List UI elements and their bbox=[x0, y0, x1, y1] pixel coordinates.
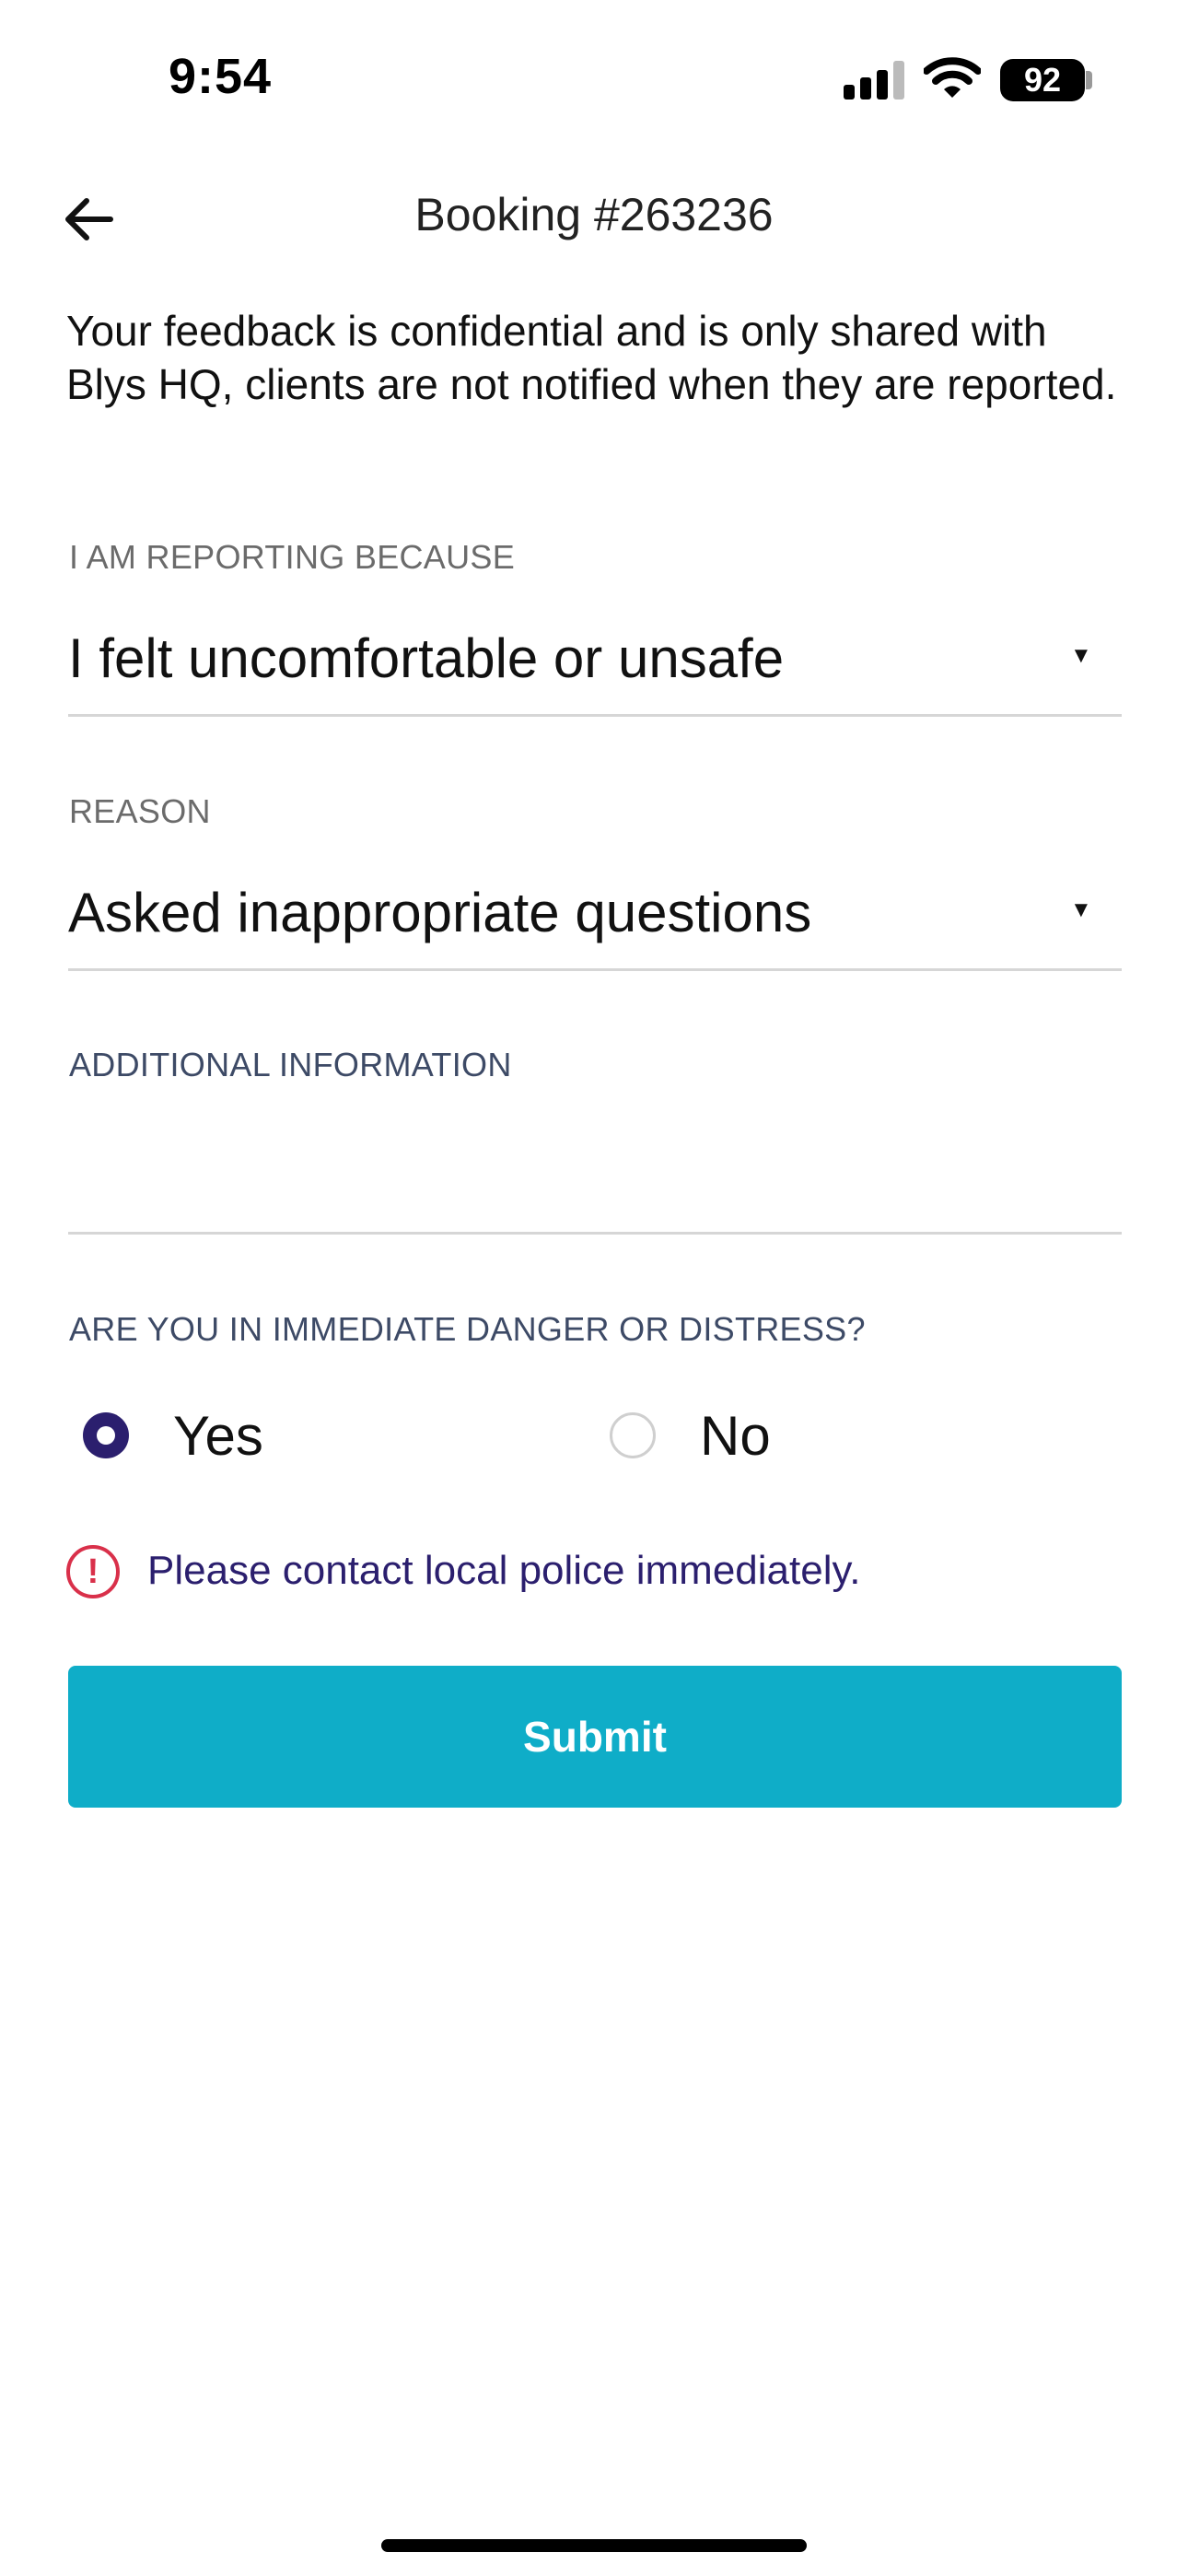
reason-label: REASON bbox=[69, 792, 211, 830]
radio-label-no: No bbox=[700, 1405, 771, 1467]
page-title: Booking #263236 bbox=[414, 189, 774, 240]
radio-label-yes: Yes bbox=[173, 1405, 263, 1467]
reason-select-value: Asked inappropriate questions bbox=[68, 882, 812, 943]
reporting-select-value: I felt uncomfortable or unsafe bbox=[68, 627, 785, 689]
submit-button[interactable]: Submit bbox=[68, 1666, 1122, 1808]
dropdown-caret-icon: ▼ bbox=[1070, 897, 1092, 922]
reason-select[interactable]: Asked inappropriate questions ▼ bbox=[68, 872, 1122, 973]
home-indicator[interactable] bbox=[381, 2539, 807, 2552]
danger-question-label: ARE YOU IN IMMEDIATE DANGER OR DISTRESS? bbox=[69, 1310, 866, 1348]
additional-info-underline bbox=[68, 1232, 1122, 1235]
dropdown-caret-icon: ▼ bbox=[1070, 643, 1092, 668]
reporting-underline bbox=[68, 714, 1122, 717]
radio-option-no[interactable]: No bbox=[610, 1389, 941, 1481]
wifi-icon bbox=[924, 57, 981, 98]
radio-button-selected[interactable] bbox=[83, 1412, 129, 1458]
battery-cap bbox=[1086, 71, 1092, 89]
battery-icon: 92 bbox=[1000, 59, 1085, 101]
battery-level: 92 bbox=[1023, 61, 1062, 99]
reporting-label: I AM REPORTING BECAUSE bbox=[69, 538, 516, 576]
additional-info-label: ADDITIONAL INFORMATION bbox=[69, 1046, 512, 1083]
exclamation-circle-icon: ! bbox=[66, 1545, 120, 1598]
cellular-signal-icon bbox=[844, 61, 906, 100]
police-alert-message: Please contact local police immediately. bbox=[147, 1548, 861, 1593]
status-time: 9:54 bbox=[169, 49, 273, 104]
radio-button-unselected[interactable] bbox=[610, 1412, 656, 1458]
radio-option-yes[interactable]: Yes bbox=[83, 1389, 414, 1481]
reason-underline bbox=[68, 968, 1122, 971]
additional-info-input[interactable] bbox=[68, 1106, 1122, 1225]
reporting-select[interactable]: I felt uncomfortable or unsafe ▼ bbox=[68, 617, 1122, 719]
confidentiality-notice: Your feedback is confidential and is onl… bbox=[66, 307, 1117, 408]
